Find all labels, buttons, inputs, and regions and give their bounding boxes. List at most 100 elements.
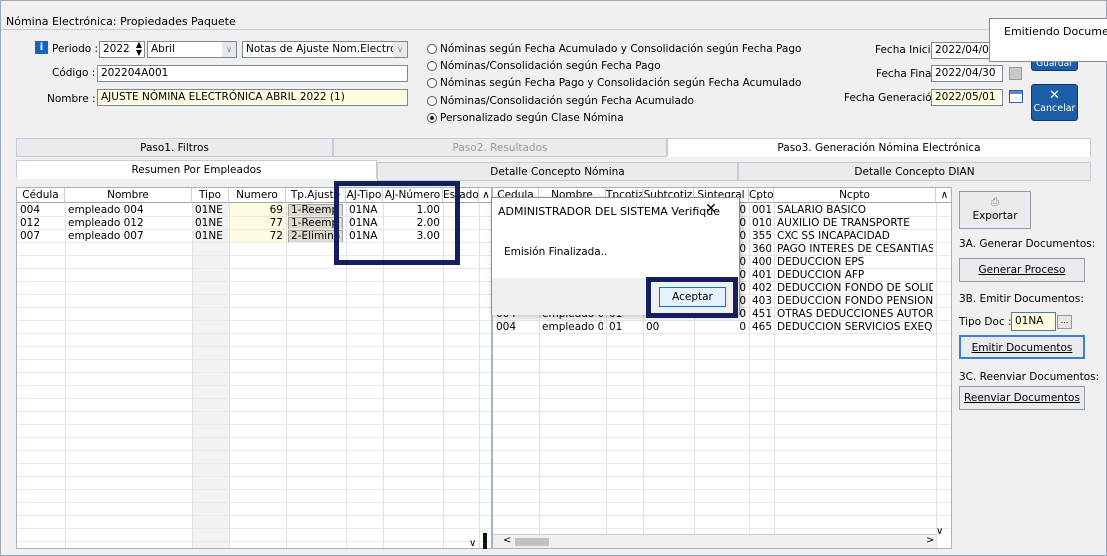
ellipsis-icon[interactable]: ... <box>1057 315 1072 329</box>
scroll-down-icon[interactable]: ∨ <box>469 538 476 549</box>
subtab-detalle-dian[interactable]: Detalle Concepto DIAN <box>738 162 1091 181</box>
row-line <box>17 372 491 373</box>
exportar-button[interactable]: ⎙ Exportar <box>959 191 1031 229</box>
month-value: Abril <box>151 43 175 55</box>
year-value: 2022 <box>103 43 130 55</box>
row-line <box>493 437 951 438</box>
row-line <box>17 346 491 347</box>
highlight-aceptar <box>646 277 738 318</box>
radio-option-5[interactable]: Personalizado según Clase Nómina <box>427 112 624 124</box>
reenviar-documentos-button[interactable]: Reenviar Documentos <box>959 386 1085 410</box>
row-line <box>493 398 951 399</box>
spin-icon[interactable]: ▲ ▼ <box>136 42 142 57</box>
scroll-right-icon[interactable]: > <box>926 535 934 546</box>
row-line <box>17 268 491 269</box>
col-header[interactable]: Numero <box>229 188 286 203</box>
row-line <box>493 411 951 412</box>
row-line <box>493 489 951 490</box>
year-spinner[interactable]: 2022 ▲ ▼ <box>99 41 145 58</box>
radio-circle[interactable] <box>427 61 437 71</box>
section-3a: 3A. Generar Documentos: <box>959 238 1096 250</box>
row-line <box>17 333 491 334</box>
row-line <box>17 502 491 503</box>
row-line <box>17 437 491 438</box>
row-line <box>493 528 951 529</box>
radio-option-2[interactable]: Nóminas/Consolidación según Fecha Pago <box>427 60 661 72</box>
tipo-select[interactable]: Notas de Ajuste Nom.Electronica ∨ <box>242 41 408 58</box>
tipo-doc-label: Tipo Doc : <box>959 316 1012 328</box>
row-line <box>493 372 951 373</box>
row-line <box>17 359 491 360</box>
col-header[interactable]: Nombre <box>65 188 192 203</box>
tab-paso3[interactable]: Paso3. Generación Nómina Electrónica <box>667 138 1091 157</box>
close-icon[interactable]: ✕ <box>705 201 717 217</box>
radio-option-4[interactable]: Nóminas/Consolidación según Fecha Acumul… <box>427 95 694 107</box>
chevron-down-icon[interactable]: ∨ <box>222 42 236 57</box>
cancelar-button[interactable]: ✕ Cancelar <box>1031 84 1078 121</box>
row-line <box>17 398 491 399</box>
calendar-icon[interactable] <box>1009 90 1023 103</box>
title-divider <box>1 29 1106 30</box>
fecha-generacion-label: Fecha Generación: <box>844 92 942 104</box>
row-line <box>17 424 491 425</box>
horizontal-scrollbar[interactable]: < > <box>493 534 936 548</box>
row-line <box>17 294 491 295</box>
codigo-field[interactable]: 202204A001 <box>97 65 408 82</box>
radio-option-1[interactable]: Nóminas según Fecha Acumulado y Consolid… <box>427 43 801 55</box>
row-line <box>17 463 491 464</box>
col-header[interactable]: Tipo <box>192 188 229 203</box>
info-icon: i <box>35 41 48 54</box>
subtab-resumen[interactable]: Resumen Por Empleados <box>16 160 377 179</box>
nombre-label: Nombre : <box>47 93 96 105</box>
row-line <box>17 320 491 321</box>
window-title: Nómina Electrónica: Propiedades Paquete <box>6 15 236 28</box>
chevron-down-icon[interactable]: ∨ <box>393 42 407 57</box>
radio-label: Nóminas según Fecha Pago y Consolidación… <box>440 77 802 89</box>
periodo-label: Periodo : <box>52 43 99 55</box>
col-header[interactable]: Ncpto <box>774 188 936 203</box>
row-line <box>493 476 951 477</box>
tab-paso1[interactable]: Paso1. Filtros <box>16 138 333 157</box>
tipo-doc-field[interactable]: 01NA <box>1011 312 1056 331</box>
scroll-left-icon[interactable]: < <box>503 535 511 546</box>
scroll-marker <box>483 533 487 549</box>
generar-label: Generar Proceso <box>978 264 1066 276</box>
scroll-thumb[interactable] <box>515 538 549 546</box>
col-header[interactable]: Cpto <box>749 188 774 203</box>
calendar-icon[interactable] <box>1009 67 1022 80</box>
row-line <box>493 515 951 516</box>
row-line <box>493 333 951 334</box>
radio-circle-selected[interactable] <box>427 113 437 123</box>
radio-label: Nóminas según Fecha Acumulado y Consolid… <box>440 43 802 55</box>
radio-circle[interactable] <box>427 96 437 106</box>
generar-proceso-button[interactable]: Generar Proceso <box>959 258 1085 282</box>
tab-paso2[interactable]: Paso2. Resultados <box>333 138 667 157</box>
close-icon: ✕ <box>1049 88 1060 103</box>
fecha-inicial-field[interactable]: 2022/04/01 <box>931 42 991 59</box>
row-line <box>17 541 491 542</box>
dialog-title: ADMINISTRADOR DEL SISTEMA Verifique <box>498 205 720 218</box>
radio-circle[interactable] <box>427 44 437 54</box>
row-line <box>493 424 951 425</box>
radio-label: Nóminas/Consolidación según Fecha Acumul… <box>440 95 694 107</box>
fecha-final-field[interactable]: 2022/04/30 <box>931 65 1003 82</box>
scroll-down-icon[interactable]: ∨ <box>936 526 943 537</box>
row-line <box>17 281 491 282</box>
radio-option-3[interactable]: Nóminas según Fecha Pago y Consolidación… <box>427 77 801 89</box>
nombre-field[interactable]: AJUSTE NÓMINA ELECTRÓNICA ABRIL 2022 (1) <box>97 89 408 106</box>
row-line <box>17 307 491 308</box>
row-line <box>493 385 951 386</box>
subtab-detalle-nomina[interactable]: Detalle Concepto Nómina <box>377 162 738 181</box>
radio-circle[interactable] <box>427 78 437 88</box>
month-select[interactable]: Abril ∨ <box>147 41 237 58</box>
row-line <box>17 450 491 451</box>
row-line <box>17 476 491 477</box>
row-line <box>17 528 491 529</box>
col-header[interactable]: Cédula <box>17 188 65 203</box>
row-line <box>17 515 491 516</box>
fecha-generacion-field[interactable]: 2022/05/01 <box>931 89 1003 106</box>
scroll-up-icon[interactable]: ∧ <box>936 188 951 203</box>
row-line <box>493 502 951 503</box>
row-line <box>493 463 951 464</box>
emitir-documentos-button[interactable]: Emitir Documentos <box>959 335 1085 359</box>
